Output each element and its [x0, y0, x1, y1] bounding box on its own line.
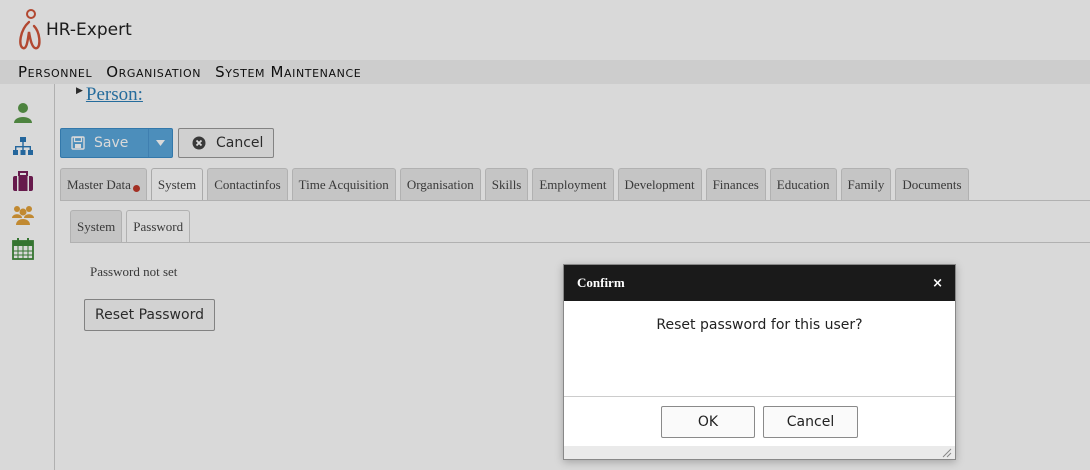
dialog-footer: OK Cancel	[564, 396, 955, 446]
resize-grip-icon[interactable]	[942, 448, 952, 458]
dialog-cancel-button[interactable]: Cancel	[763, 405, 858, 438]
dialog-statusbar	[564, 446, 955, 459]
dialog-body: Reset password for this user?	[564, 301, 955, 396]
ok-button[interactable]: OK	[661, 405, 755, 438]
dialog-titlebar[interactable]: Confirm ×	[564, 265, 955, 301]
confirm-dialog: Confirm × Reset password for this user? …	[563, 264, 956, 460]
dialog-title: Confirm	[577, 275, 625, 290]
dialog-message: Reset password for this user?	[656, 317, 863, 333]
close-icon[interactable]: ×	[932, 276, 943, 291]
